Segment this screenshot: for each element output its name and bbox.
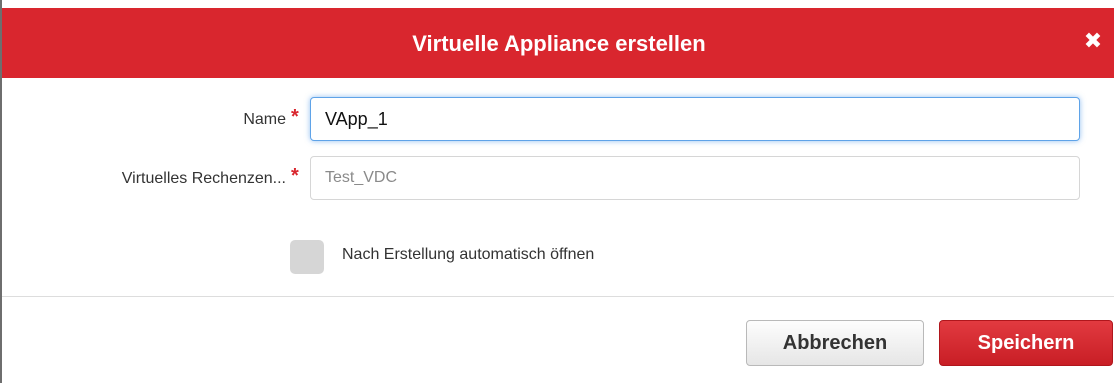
vdc-field[interactable]: [310, 156, 1080, 200]
vdc-label: Virtuelles Rechenzen...: [121, 170, 286, 187]
vdc-required-marker: *: [291, 165, 299, 187]
auto-open-checkbox[interactable]: [290, 240, 324, 274]
name-required-marker: *: [291, 106, 299, 128]
footer-divider: [2, 296, 1114, 297]
name-input[interactable]: [310, 97, 1080, 141]
close-icon[interactable]: ✖: [1082, 30, 1104, 52]
cancel-button[interactable]: Abbrechen: [746, 320, 924, 366]
name-label: Name: [243, 111, 286, 128]
save-button[interactable]: Speichern: [939, 320, 1113, 366]
dialog-header: Virtuelle Appliance erstellen ✖: [2, 8, 1114, 78]
dialog-title: Virtuelle Appliance erstellen: [412, 31, 706, 56]
create-vapp-dialog: Virtuelle Appliance erstellen ✖ Name * V…: [0, 0, 1114, 383]
auto-open-label: Nach Erstellung automatisch öffnen: [342, 246, 595, 263]
